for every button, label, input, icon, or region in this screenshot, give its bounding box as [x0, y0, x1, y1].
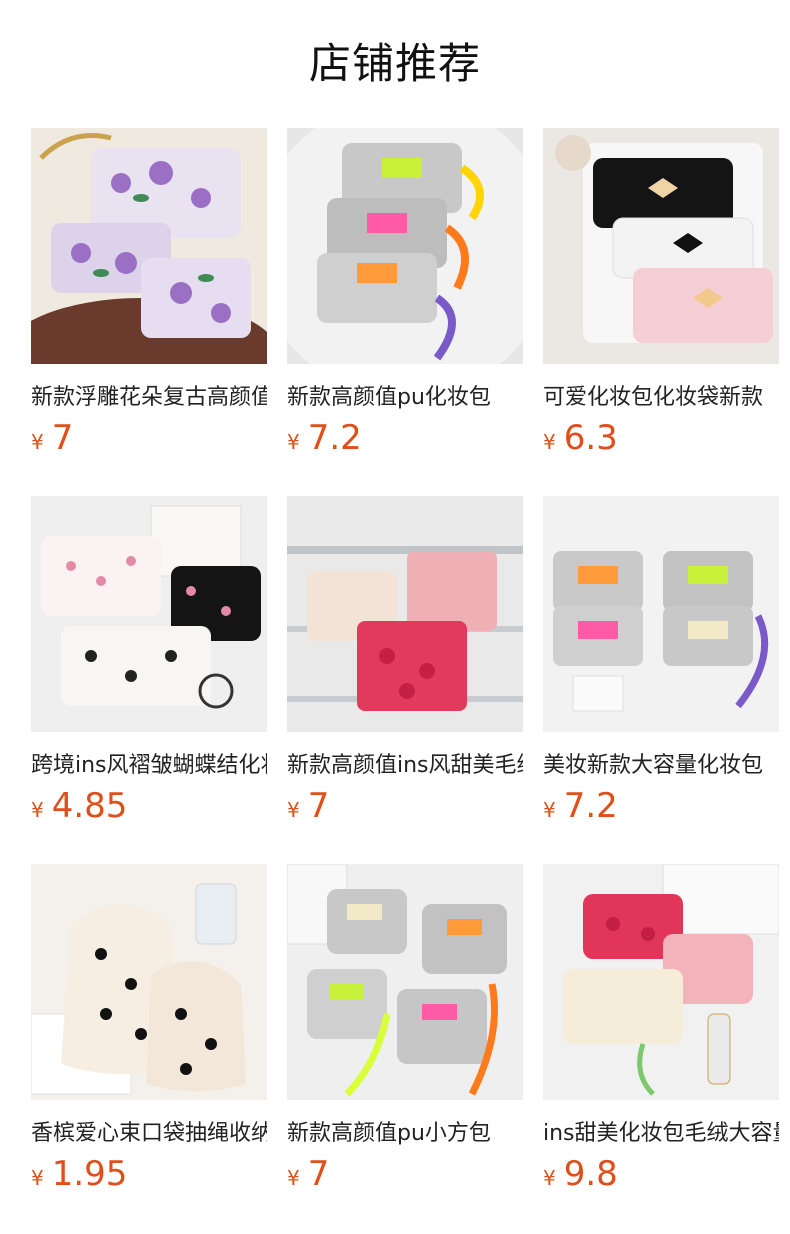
product-name[interactable]: 香槟爱心束口袋抽绳收纳袋	[31, 1118, 267, 1150]
product-price: ¥ 7.2	[287, 418, 523, 458]
product-name[interactable]: 新款高颜值pu化妆包	[287, 382, 523, 414]
product-card[interactable]: 可爱化妆包化妆袋新款 ¥ 6.3	[543, 128, 779, 458]
product-name[interactable]: 可爱化妆包化妆袋新款	[543, 382, 779, 414]
currency-symbol: ¥	[31, 1166, 44, 1190]
product-price: ¥ 1.95	[31, 1154, 267, 1194]
product-card[interactable]: 新款高颜值pu小方包 ¥ 7	[287, 864, 523, 1194]
price-value: 9.8	[563, 1154, 618, 1194]
product-price: ¥ 9.8	[543, 1154, 779, 1194]
price-value: 7	[307, 1154, 330, 1194]
price-value: 7.2	[307, 418, 362, 458]
price-value: 6.3	[563, 418, 618, 458]
product-image[interactable]	[31, 128, 267, 364]
product-price: ¥ 7	[31, 418, 267, 458]
product-card[interactable]: 新款高颜值ins风甜美毛绒化妆包 ¥ 7	[287, 496, 523, 826]
product-image[interactable]	[287, 496, 523, 732]
currency-symbol: ¥	[287, 798, 300, 822]
currency-symbol: ¥	[543, 430, 556, 454]
product-name[interactable]: 美妆新款大容量化妆包	[543, 750, 779, 782]
product-card[interactable]: 跨境ins风褶皱蝴蝶结化妆包 ¥ 4.85	[31, 496, 267, 826]
recommend-page: 店铺推荐 新款浮雕花朵复古高颜值 ¥ 7 新款高颜值pu化妆包 ¥ 7.2 可爱…	[0, 0, 790, 1234]
price-value: 7.2	[563, 786, 618, 826]
product-card[interactable]: ins甜美化妆包毛绒大容量 ¥ 9.8	[543, 864, 779, 1194]
currency-symbol: ¥	[543, 1166, 556, 1190]
price-value: 4.85	[51, 786, 128, 826]
product-name[interactable]: ins甜美化妆包毛绒大容量	[543, 1118, 779, 1150]
product-image[interactable]	[31, 864, 267, 1100]
product-price: ¥ 7	[287, 1154, 523, 1194]
product-image[interactable]	[31, 496, 267, 732]
product-name[interactable]: 跨境ins风褶皱蝴蝶结化妆包	[31, 750, 267, 782]
product-image[interactable]	[287, 864, 523, 1100]
product-price: ¥ 4.85	[31, 786, 267, 826]
product-image[interactable]	[287, 128, 523, 364]
price-value: 7	[51, 418, 74, 458]
price-value: 1.95	[51, 1154, 128, 1194]
product-price: ¥ 7.2	[543, 786, 779, 826]
price-value: 7	[307, 786, 330, 826]
currency-symbol: ¥	[31, 798, 44, 822]
product-image[interactable]	[543, 496, 779, 732]
product-price: ¥ 7	[287, 786, 523, 826]
currency-symbol: ¥	[287, 430, 300, 454]
page-title: 店铺推荐	[308, 39, 481, 88]
product-image[interactable]	[543, 864, 779, 1100]
product-card[interactable]: 美妆新款大容量化妆包 ¥ 7.2	[543, 496, 779, 826]
product-card[interactable]: 香槟爱心束口袋抽绳收纳袋 ¥ 1.95	[31, 864, 267, 1194]
currency-symbol: ¥	[31, 430, 44, 454]
product-image[interactable]	[543, 128, 779, 364]
product-name[interactable]: 新款高颜值pu小方包	[287, 1118, 523, 1150]
product-card[interactable]: 新款浮雕花朵复古高颜值化妆包 ¥ 7	[31, 128, 267, 458]
currency-symbol: ¥	[543, 798, 556, 822]
product-price: ¥ 6.3	[543, 418, 779, 458]
product-name[interactable]: 新款浮雕花朵复古高颜值化妆包	[31, 382, 267, 414]
product-name[interactable]: 新款高颜值ins风甜美毛绒化妆包	[287, 750, 523, 782]
product-card[interactable]: 新款高颜值pu化妆包 ¥ 7.2	[287, 128, 523, 458]
currency-symbol: ¥	[287, 1166, 300, 1190]
